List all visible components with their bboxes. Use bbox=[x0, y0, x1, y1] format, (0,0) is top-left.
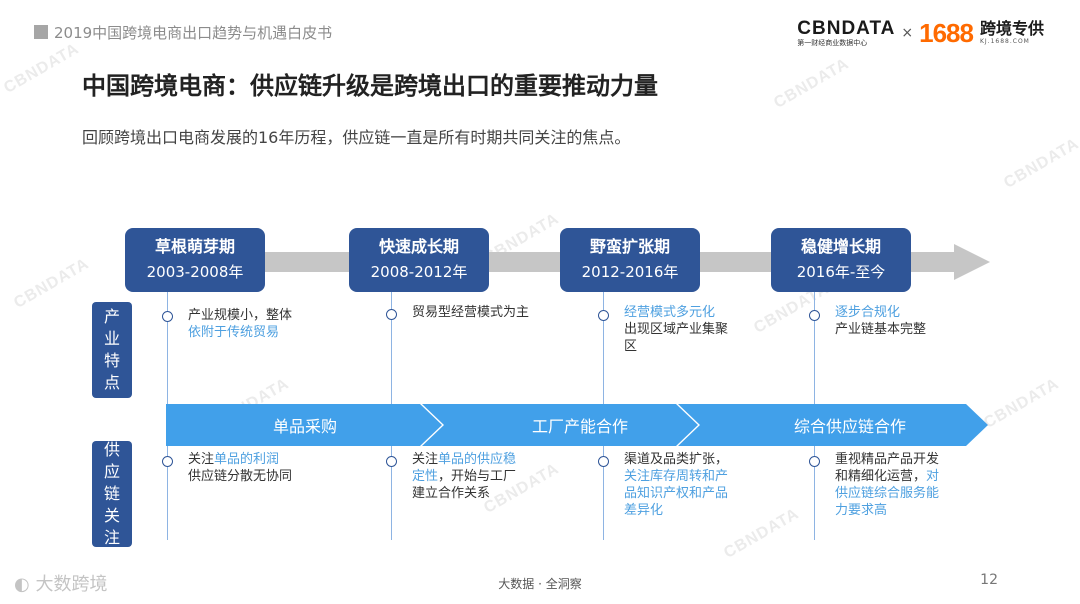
side-label-char: 关 bbox=[103, 506, 120, 525]
phase-years: 2008-2012年 bbox=[370, 263, 468, 281]
bullet-circle-icon bbox=[598, 310, 609, 321]
supply-stage-label: 单品采购 bbox=[272, 417, 337, 436]
side-label-char: 特 bbox=[103, 351, 120, 370]
side-label-char: 产 bbox=[103, 307, 120, 326]
phase-name: 野蛮扩张期 bbox=[589, 237, 670, 256]
supply-note: 关注单品的利润 供应链分散无协同 bbox=[188, 451, 338, 485]
bullet-circle-icon bbox=[162, 311, 173, 322]
supply-note: 重视精品产品开发和精细化运营，对供应链综合服务能力要求高 bbox=[835, 451, 947, 519]
side-label-char: 注 bbox=[103, 528, 120, 547]
watermark: CBNDATA bbox=[771, 55, 853, 112]
note-text: 贸易型经营模式为主 bbox=[412, 305, 530, 320]
side-label-char: 应 bbox=[103, 462, 120, 481]
report-title: 2019中国跨境电商出口趋势与机遇白皮书 bbox=[54, 24, 333, 42]
header-square bbox=[34, 25, 48, 39]
side-label-char: 业 bbox=[103, 329, 120, 348]
kj-logo-text: 跨境专供 bbox=[979, 19, 1044, 38]
side-label-char: 点 bbox=[103, 373, 120, 392]
partner-logos: CBNDATA 第一财经商业数据中心 × 1688 跨境专供 KJ.1688.C… bbox=[797, 18, 1044, 48]
cbndata-logo: CBNDATA 第一财经商业数据中心 bbox=[797, 19, 895, 47]
footer-tagline: 大数据 · 全洞察 bbox=[498, 577, 582, 591]
phase-name: 草根萌芽期 bbox=[154, 237, 235, 256]
note-highlight: 单品的利润 bbox=[214, 452, 280, 467]
note-text: 渠道及品类扩张， bbox=[624, 452, 729, 467]
side-label-char: 链 bbox=[103, 484, 120, 503]
logo-1688: 1688 bbox=[919, 17, 974, 48]
side-label-industry: 产 业 特 点 bbox=[92, 302, 132, 398]
note-text: 重视精品产品开发和精细化运营， bbox=[835, 452, 940, 484]
watermark: CBNDATA bbox=[1, 40, 83, 97]
watermark: CBNDATA bbox=[11, 255, 93, 312]
cbndata-logo-subtext: 第一财经商业数据中心 bbox=[797, 39, 868, 47]
phase-box: 稳健增长期 2016年-至今 bbox=[771, 228, 911, 292]
note-highlight: 逐步合规化 bbox=[835, 305, 901, 320]
industry-note: 贸易型经营模式为主 bbox=[412, 304, 572, 321]
note-text: 供应链分散无协同 bbox=[188, 469, 293, 484]
cbndata-logo-text: CBNDATA bbox=[797, 18, 896, 39]
timeline-arrow-head bbox=[954, 244, 990, 280]
kj-logo-subtext: KJ.1688.COM bbox=[979, 38, 1030, 45]
page-number: 12 bbox=[980, 572, 998, 588]
bullet-circle-icon bbox=[809, 310, 820, 321]
side-label-char: 供 bbox=[103, 440, 120, 459]
supply-stage-label: 工厂产能合作 bbox=[531, 417, 628, 436]
phase-years: 2003-2008年 bbox=[146, 263, 244, 281]
industry-note: 产业规模小，整体 依附于传统贸易 bbox=[188, 307, 338, 341]
phase-box: 草根萌芽期 2003-2008年 bbox=[125, 228, 265, 292]
page-title: 中国跨境电商：供应链升级是跨境出口的重要推动力量 bbox=[82, 72, 658, 100]
supply-note: 渠道及品类扩张， 关注库存周转和产品知识产权和产品差异化 bbox=[624, 451, 736, 519]
bullet-circle-icon bbox=[386, 309, 397, 320]
kj-logo: 跨境专供 KJ.1688.COM bbox=[980, 21, 1044, 45]
note-text: 关注 bbox=[412, 452, 439, 467]
watermark: CBNDATA bbox=[1001, 135, 1080, 192]
logo-times-sign: × bbox=[901, 25, 914, 41]
bullet-circle-icon bbox=[598, 456, 609, 467]
note-highlight: 经营模式多元化 bbox=[624, 305, 716, 320]
industry-note: 逐步合规化 产业链基本完整 bbox=[835, 304, 985, 338]
note-text: 产业链基本完整 bbox=[835, 322, 927, 337]
note-highlight: 关注库存周转和产品知识产权和产品差异化 bbox=[624, 469, 729, 518]
note-text: 产业规模小，整体 bbox=[188, 308, 293, 323]
phase-box: 野蛮扩张期 2012-2016年 bbox=[560, 228, 700, 292]
supply-stage-label: 综合供应链合作 bbox=[793, 417, 906, 436]
bullet-circle-icon bbox=[809, 456, 820, 467]
phase-years: 2012-2016年 bbox=[581, 263, 679, 281]
note-highlight: 依附于传统贸易 bbox=[188, 325, 280, 340]
industry-note: 经营模式多元化 出现区域产业集聚区 bbox=[624, 304, 736, 355]
phase-box: 快速成长期 2008-2012年 bbox=[349, 228, 489, 292]
bullet-circle-icon bbox=[386, 456, 397, 467]
note-text: 出现区域产业集聚区 bbox=[624, 322, 729, 354]
phase-name: 快速成长期 bbox=[378, 237, 459, 256]
side-label-supply: 供 应 链 关 注 bbox=[92, 440, 132, 547]
note-text: 关注 bbox=[188, 452, 215, 467]
phase-years: 2016年-至今 bbox=[796, 263, 886, 281]
phase-name: 稳健增长期 bbox=[800, 237, 881, 256]
page-subtitle: 回顾跨境出口电商发展的16年历程，供应链一直是所有时期共同关注的焦点。 bbox=[82, 128, 631, 147]
supply-note: 关注单品的供应稳定性，开始与工厂建立合作关系 bbox=[412, 451, 524, 502]
bullet-circle-icon bbox=[162, 456, 173, 467]
